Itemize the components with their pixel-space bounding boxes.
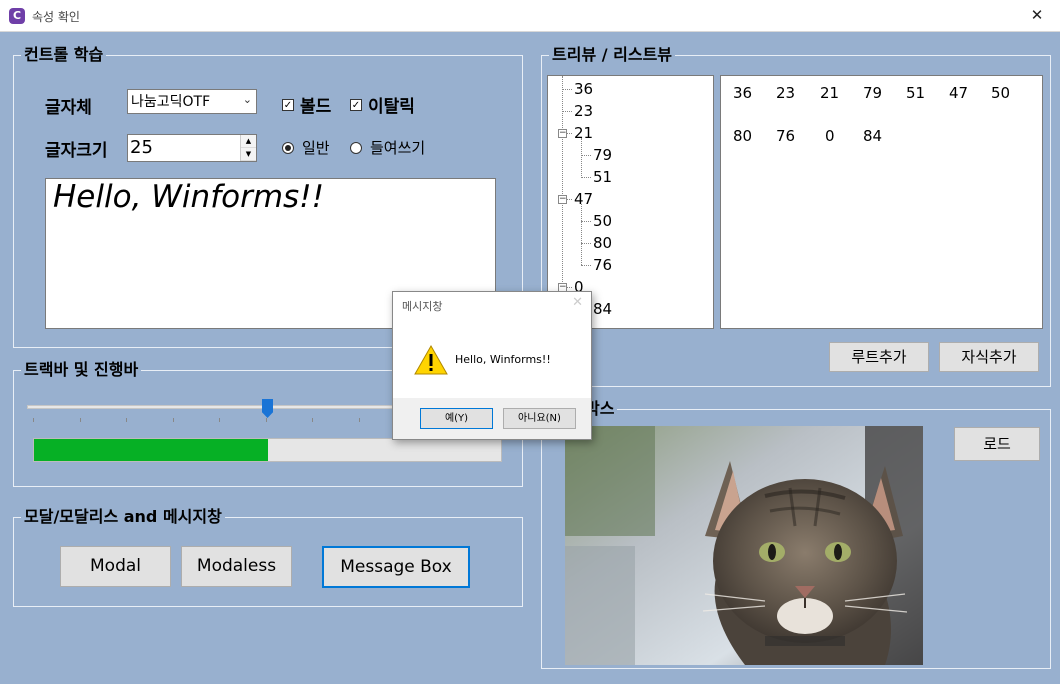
radio-normal-dot: [282, 141, 294, 154]
tree-line: [562, 89, 572, 90]
tree-node[interactable]: 50: [593, 212, 612, 230]
tree-node[interactable]: 21: [574, 124, 593, 142]
size-value: 25: [130, 137, 153, 158]
list-item[interactable]: 80: [733, 127, 752, 145]
tree-node[interactable]: 36: [574, 80, 593, 98]
radio-indent-label: 들여쓰기: [370, 139, 426, 157]
trackbar-tick: [126, 418, 127, 422]
list-item[interactable]: 76: [776, 127, 795, 145]
size-stepper[interactable]: 25 ▲ ▼: [127, 134, 257, 162]
tree-line: [581, 265, 591, 266]
trackbar-tick: [219, 418, 220, 422]
tree-node[interactable]: 84: [593, 300, 612, 318]
list-item[interactable]: 79: [863, 84, 882, 102]
list-item[interactable]: 36: [733, 84, 752, 102]
tree-node[interactable]: 47: [574, 190, 593, 208]
radio-indent[interactable]: 들여쓰기: [350, 137, 425, 158]
yes-button[interactable]: 예(Y): [420, 408, 493, 429]
dialog-footer: 예(Y) 아니요(N): [393, 398, 591, 439]
trackbar-tick: [79, 418, 81, 422]
list-item[interactable]: 47: [949, 84, 968, 102]
tree-collapse-icon[interactable]: −: [558, 195, 567, 204]
list-item[interactable]: 0: [825, 127, 835, 145]
radio-normal-label: 일반: [302, 139, 330, 157]
app-icon: C: [9, 8, 25, 24]
tree-line-child: [581, 204, 582, 265]
trackbar-tick: [358, 418, 360, 422]
trackbar-tick: [265, 418, 267, 422]
list-item[interactable]: 51: [906, 84, 925, 102]
trackbar-group-title: 트랙바 및 진행바: [21, 356, 142, 380]
font-combo[interactable]: 나눔고딕OTF ⌄: [127, 89, 257, 114]
tree-line: [562, 111, 572, 112]
bold-check-icon: ✓: [282, 98, 294, 111]
tree-line: [581, 177, 591, 178]
tree-line-child: [581, 138, 582, 176]
tree-collapse-icon[interactable]: −: [558, 129, 567, 138]
stepper-buttons[interactable]: ▲ ▼: [240, 135, 256, 161]
tree-line: [581, 243, 591, 244]
modaless-button[interactable]: Modaless: [181, 546, 292, 587]
title-bar: C 속성 확인 ✕: [0, 0, 1060, 32]
message-box-button[interactable]: Message Box: [322, 546, 470, 588]
dialog-message: Hello, Winforms!!: [455, 353, 551, 366]
list-item[interactable]: 23: [776, 84, 795, 102]
font-label: 글자체: [45, 98, 92, 118]
modal-group-title: 모달/모달리스 and 메시지창: [21, 503, 225, 527]
italic-checkbox[interactable]: ✓ 이탈릭: [350, 92, 415, 117]
bold-label: 볼드: [300, 97, 332, 117]
cat-picture: [565, 426, 923, 665]
trackbar-tick: [172, 418, 174, 422]
bold-checkbox[interactable]: ✓ 볼드: [282, 92, 331, 117]
stepper-up-icon[interactable]: ▲: [241, 135, 256, 148]
preview-text: Hello, Winforms!!: [53, 179, 325, 215]
cat-image: [565, 426, 923, 665]
list-item[interactable]: 21: [820, 84, 839, 102]
list-view[interactable]: 36 23 21 79 51 47 50 80 76 0 84: [720, 75, 1043, 329]
tree-node[interactable]: 76: [593, 256, 612, 274]
warning-icon: [414, 345, 448, 375]
modal-button[interactable]: Modal: [60, 546, 171, 587]
tree-list-group-title: 트리뷰 / 리스트뷰: [549, 41, 676, 65]
tree-line: [581, 221, 591, 222]
close-window-button[interactable]: ✕: [1014, 0, 1060, 32]
list-item[interactable]: 50: [991, 84, 1010, 102]
italic-label: 이탈릭: [368, 97, 415, 117]
tree-line: [581, 155, 591, 156]
load-button[interactable]: 로드: [954, 427, 1040, 461]
list-item[interactable]: 84: [863, 127, 882, 145]
stepper-down-icon[interactable]: ▼: [241, 148, 256, 161]
chevron-down-icon: ⌄: [242, 93, 252, 106]
no-button[interactable]: 아니요(N): [503, 408, 576, 429]
radio-normal[interactable]: 일반: [282, 137, 330, 158]
tree-line-root: [562, 76, 563, 288]
dialog-title: 메시지창: [402, 300, 443, 313]
progress-fill: [34, 439, 268, 461]
tree-node[interactable]: 80: [593, 234, 612, 252]
tree-node[interactable]: 51: [593, 168, 612, 186]
tree-node[interactable]: 23: [574, 102, 593, 120]
font-combo-value: 나눔고딕OTF: [131, 94, 211, 110]
trackbar-tick: [312, 418, 313, 422]
radio-indent-dot: [350, 141, 362, 154]
italic-check-icon: ✓: [350, 98, 362, 111]
size-label: 글자크기: [45, 141, 108, 161]
message-box-dialog: 메시지창 ✕ Hello, Winforms!! 예(Y) 아니요(N): [392, 291, 592, 440]
progress-bar: [33, 438, 502, 462]
dialog-close-icon[interactable]: ✕: [572, 295, 583, 310]
add-root-button[interactable]: 루트추가: [829, 342, 929, 372]
tree-node[interactable]: 79: [593, 146, 612, 164]
add-child-button[interactable]: 자식추가: [939, 342, 1039, 372]
window-title: 속성 확인: [32, 10, 80, 24]
control-group-title: 컨트롤 학습: [21, 41, 107, 65]
trackbar-tick: [33, 418, 34, 422]
